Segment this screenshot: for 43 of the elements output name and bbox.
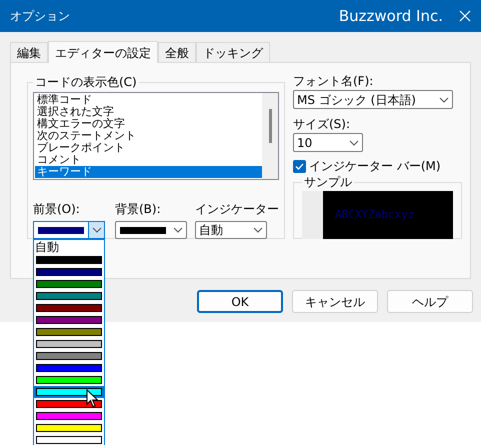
field-label: 前景(O):	[33, 203, 81, 216]
group-label: コードの表示色(C)	[34, 74, 138, 91]
chevron-down-icon	[349, 140, 359, 146]
indicator-margin	[302, 191, 323, 239]
scroll-thumb[interactable]	[268, 109, 272, 143]
cursor-icon	[86, 389, 99, 408]
brand-text: Buzzword Inc.	[338, 6, 443, 27]
window-title: オプション	[10, 8, 70, 25]
check-icon	[295, 162, 304, 170]
group-label: サンプル	[303, 174, 353, 191]
font-dropdown[interactable]: MS ゴシック (日本語)	[293, 90, 453, 109]
list-item[interactable]: コメント	[35, 154, 262, 166]
list-item[interactable]: 構文エラーの文字	[35, 118, 262, 130]
close-icon[interactable]	[459, 10, 471, 22]
chevron-down-icon	[439, 96, 449, 102]
sample-text: ABCXYZabcxyz	[335, 206, 414, 223]
chevron-down-icon	[92, 227, 102, 233]
dropdown-option[interactable]: 自動	[34, 240, 104, 254]
field-label: 背景(B):	[115, 203, 162, 216]
dialog-button[interactable]: ヘルプ	[387, 290, 473, 313]
list-item[interactable]: 選択された文字	[35, 106, 262, 118]
dialog-button[interactable]: キャンセル	[292, 290, 378, 313]
list-item[interactable]: 次のステートメント	[35, 130, 262, 142]
field-label: フォント名(F):	[293, 75, 374, 88]
tab[interactable]: 全般	[158, 42, 196, 62]
list-item[interactable]: ブレークポイント	[35, 142, 262, 154]
tab[interactable]: ドッキング	[196, 42, 270, 62]
color-dropdown[interactable]	[33, 221, 105, 239]
field-label: サイズ(S):	[293, 118, 352, 131]
indicator-dropdown[interactable]: 自動	[195, 221, 267, 239]
color-dropdown[interactable]	[115, 221, 187, 239]
size-dropdown[interactable]: 10	[293, 133, 363, 152]
scrollbar[interactable]	[262, 93, 278, 179]
field-label: インジケーター	[195, 203, 279, 216]
list-item[interactable]: キーワード	[35, 166, 262, 178]
list-item[interactable]: 標準コード	[35, 94, 262, 106]
tab[interactable]: 編集	[10, 42, 48, 62]
checkbox-label: インジケーター バー(M)	[309, 158, 441, 175]
dialog-button[interactable]: OK	[197, 290, 283, 313]
chevron-down-icon	[173, 227, 183, 233]
checkbox[interactable]	[293, 160, 306, 172]
chevron-down-icon	[253, 227, 263, 233]
tab[interactable]: エディターの設定	[48, 41, 158, 63]
